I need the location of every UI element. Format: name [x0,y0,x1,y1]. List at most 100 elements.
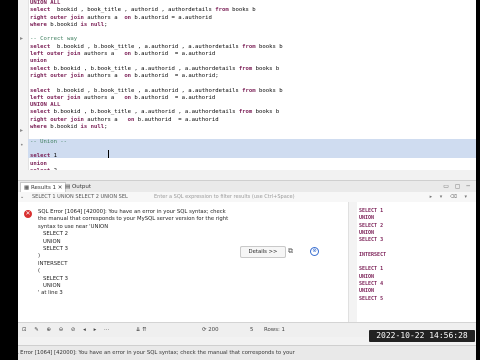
warning-icon: ▸ [20,35,24,42]
tab-toolbar[interactable]: ▭ ▢ ─ [443,183,472,190]
code-line[interactable]: UNION ALL [30,102,476,109]
sql-text: authors a [83,116,128,123]
sql-text: books b [255,87,283,94]
code-line[interactable]: select b.bookid , b.book_title , a.autho… [30,66,476,73]
code-line[interactable]: right outer join authors a on b.authorid… [30,117,476,124]
code-line[interactable]: select 2 [30,168,476,170]
tab-output[interactable]: ▤ Output [62,182,94,192]
error-message: SQL Error [1064] [42000]: You have an er… [38,209,229,297]
query-line: UNION [359,288,375,295]
sql-keyword: UNION ALL [30,102,61,109]
code-line[interactable]: -- Correct way [30,36,476,43]
sql-keyword: left outer join [30,51,81,58]
fetch-count-value: 200 [208,327,219,333]
sql-keyword: UNION ALL [30,0,61,6]
code-line[interactable] [30,80,476,87]
sql-keyword: right outer join [30,14,84,21]
code-line[interactable] [30,29,476,36]
sql-keyword: select [30,7,54,14]
sql-comment: -- Union -- [30,138,68,145]
bottom-error-message: SQL Error [1064] [42000]: You have an er… [8,350,295,356]
sql-keyword: from [242,87,256,94]
code-line[interactable]: left outer join authors a on b.authorid … [30,51,476,58]
sql-keyword: is null [80,21,105,28]
sql-code[interactable]: UNION ALL select bookid , book_title , au… [30,0,476,170]
code-line[interactable]: select b.bookid , b.book_title , a.autho… [30,88,476,95]
rows-count-value: 5 [250,327,254,333]
code-line[interactable] [30,146,476,153]
sql-text: 1 [50,153,57,160]
code-line[interactable]: union [30,58,476,65]
query-line [359,259,386,266]
error-panel: ✕ SQL Error [1064] [42000]: You have an … [18,202,348,322]
sql-text: ; [104,124,108,131]
fetch-size-icon[interactable]: ⇊ ⇈ [136,326,147,334]
code-line[interactable]: right outer join authors a on b.authorid… [30,73,476,80]
sql-keyword: from [215,7,229,14]
sql-keyword: from [242,43,256,50]
error-icon: ✕ [24,210,32,218]
sql-text: authors a [80,94,125,101]
video-timestamp: 2022-10-22 14:56:28 [369,330,475,342]
code-line[interactable]: select b.bookid , b.book_title , a.autho… [30,109,476,116]
query-line: SELECT 5 [359,295,384,302]
fetch-count[interactable]: ⟳ 200 [202,326,219,334]
query-line: SELECT 1 [359,266,384,273]
nav-icons[interactable]: ⊡ ✎ ⊕ ⊖ ⊘ ◂ ▸ ⋯ [22,326,112,334]
sql-text: bookid , book_title , authorid , authord… [53,7,216,14]
sql-text: authors a [83,72,125,79]
sql-text: ; [104,21,108,28]
code-line[interactable]: UNION ALL [30,0,476,7]
sql-text: b.bookid [46,21,81,28]
query-panel-gutter [349,202,357,322]
query-line: SELECT 2 [359,222,384,229]
code-line[interactable]: union [30,161,476,168]
sql-text: b.bookid , b.book_title , a.authorid , a… [53,87,243,94]
sql-keyword: select [30,153,51,160]
sql-text: b.bookid , b.book_title , a.authorid , a… [50,109,239,116]
sql-text: b.bookid , b.book_title , a.authorid , a… [50,65,239,72]
code-line[interactable]: select bookid , book_title , authorid , … [30,7,476,14]
query-line: SELECT 1 [359,208,384,214]
query-text-panel: SELECT 1 UNION SELECT 2 UNION SELECT 3 INTERS… [348,202,477,322]
sql-keyword: union [30,58,47,65]
bottom-status-bar: SQL Error [1064] [42000]: You have an er… [0,345,480,360]
sql-keyword: right outer join [30,72,84,79]
sql-text: b.authorid = a.authorid [131,51,216,58]
sql-keyword: where [30,124,47,131]
help-icon[interactable]: ⊗ [310,247,319,256]
warning-icon: ▸ [20,127,24,134]
sql-text: authors a [83,14,125,21]
sql-keyword: right outer join [30,116,84,123]
query-line: UNION [359,229,375,236]
sql-keyword: select [30,43,54,50]
sql-text: b.authorid = a.authorid [131,94,216,101]
details-button[interactable]: Details >> [240,246,286,258]
sql-keyword: select [30,109,51,116]
query-label: SELECT 1 UNION SELECT 2 UNION SEL [32,194,128,200]
text-cursor [108,150,109,158]
chevron-icon[interactable]: ⌄ [20,193,24,201]
sql-text: authors a [80,51,125,58]
rows-label: Rows: 1 [264,327,285,333]
sql-text: b.authorid = a.authorid [134,116,219,123]
copy-icon[interactable]: ⧉ [288,247,297,256]
code-line[interactable]: select b.bookid , b.book_title , a.autho… [30,44,476,51]
query-line: UNION [359,215,375,222]
filter-tools[interactable]: ▸ ▾ ⌫ ▾ [430,193,470,201]
code-line[interactable]: left outer join authors a on b.authorid … [30,95,476,102]
code-line[interactable]: where b.bookid is null; [30,22,476,29]
filter-input[interactable]: Enter a SQL expression to filter results… [154,193,295,201]
sql-text: b.bookid , b.book_title , a.authorid , a… [53,43,243,50]
code-line[interactable]: select 1 [30,153,476,160]
code-line[interactable]: where b.bookid is null; [30,124,476,131]
sql-editor[interactable]: ▸ ▸ • UNION ALL select bookid , book_titl… [18,0,476,170]
grid-icon: ▦ [24,185,31,191]
code-line[interactable]: -- Union -- [30,139,476,146]
sql-text: b.authorid = a.authorid [131,14,212,21]
code-line[interactable] [30,131,476,138]
code-line[interactable]: right outer join authors a on b.authorid… [30,15,476,22]
query-line: SELECT 3 [359,237,384,244]
query-text: SELECT 1 UNION SELECT 2 UNION SELECT 3 INTERS… [359,208,386,303]
sql-keyword: from [238,65,253,72]
